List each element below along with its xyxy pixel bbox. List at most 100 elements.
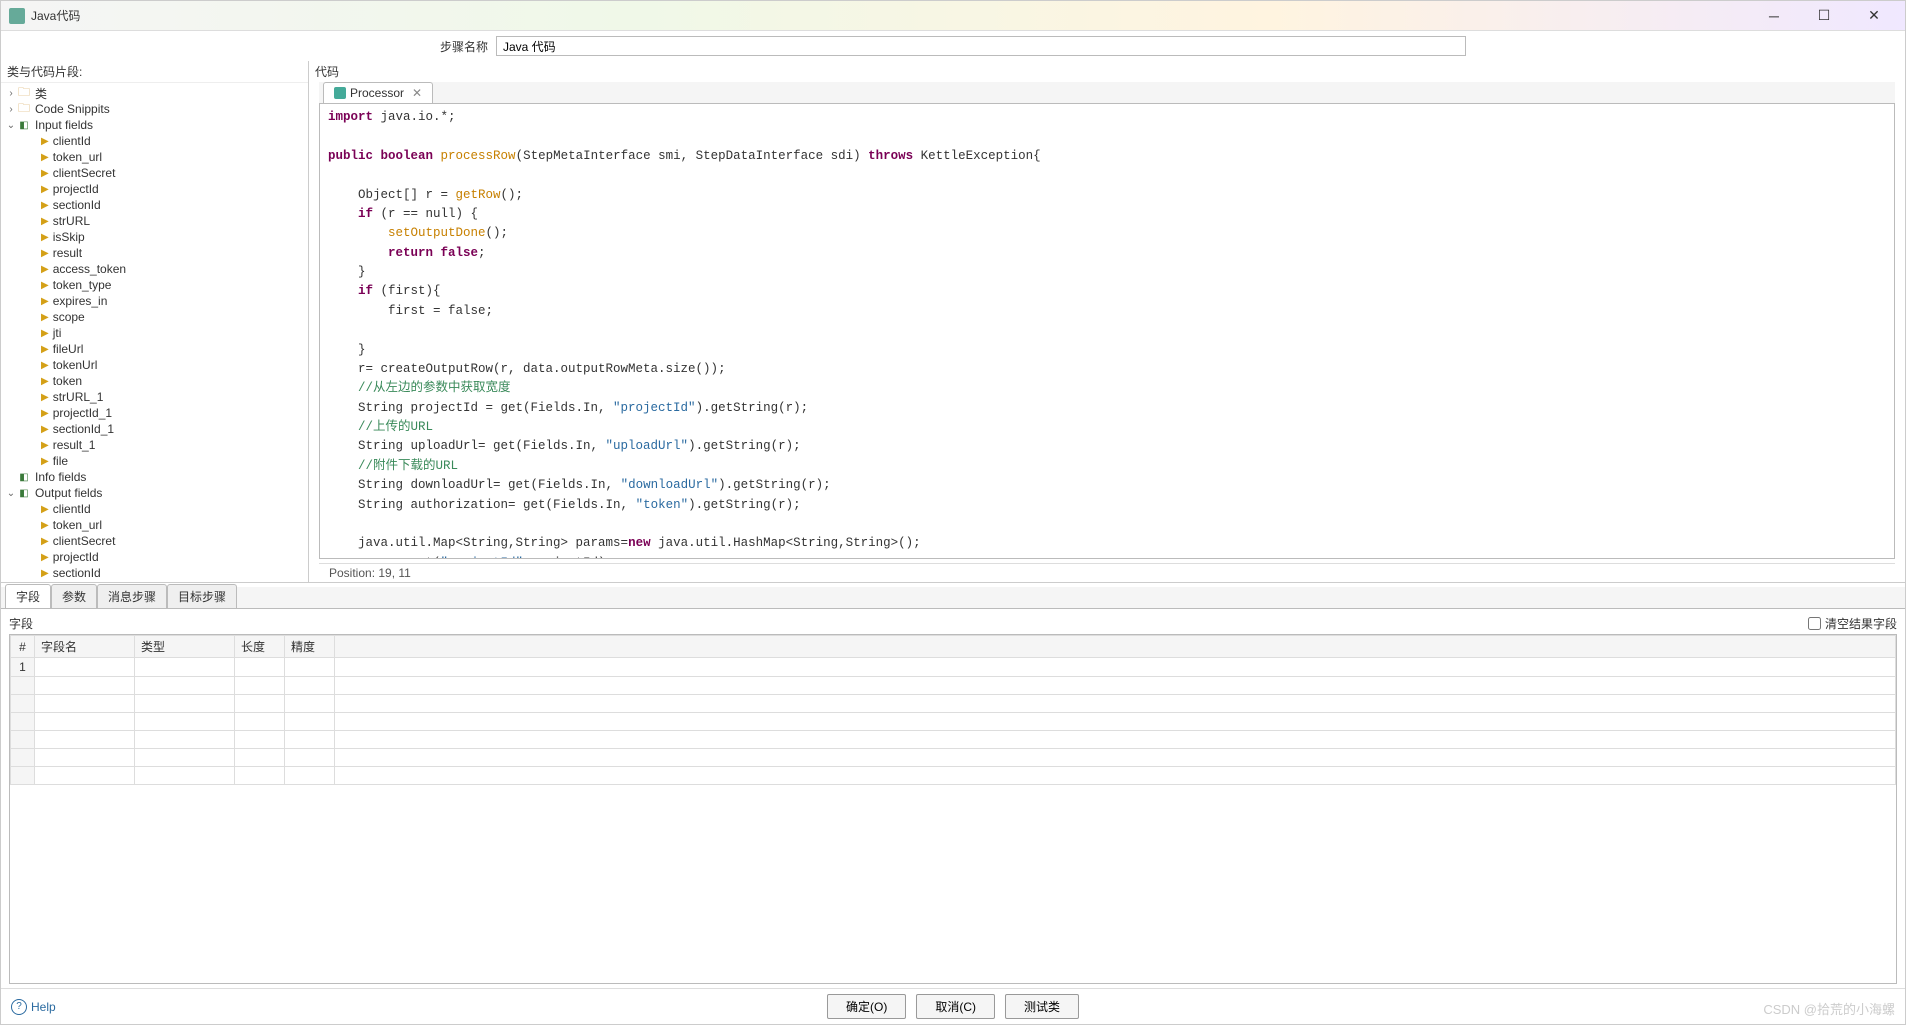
table-row[interactable]: [11, 695, 1896, 713]
clear-fields-checkbox[interactable]: 清空结果字段: [1808, 615, 1897, 632]
tree-leaf-result_1[interactable]: ▶result_1: [1, 437, 308, 453]
table-row[interactable]: [11, 677, 1896, 695]
test-button[interactable]: 测试类: [1005, 994, 1079, 1019]
field-arrow-icon: ▶: [41, 344, 49, 355]
tree-leaf-clientSecret[interactable]: ▶clientSecret: [1, 165, 308, 181]
tree-leaf-projectId_1[interactable]: ▶projectId_1: [1, 405, 308, 421]
bottom-tab-2[interactable]: 消息步骤: [97, 584, 167, 608]
clear-checkbox-label: 清空结果字段: [1825, 615, 1897, 632]
tree-leaf-isSkip[interactable]: ▶isSkip: [1, 229, 308, 245]
caret-icon: ›: [5, 104, 17, 115]
step-name-input[interactable]: [496, 36, 1466, 56]
tree-leaf-strURL[interactable]: ▶ strURL: [1, 213, 308, 229]
tree-leaf-sectionId[interactable]: ▶sectionId: [1, 565, 308, 581]
fields-grid[interactable]: #字段名类型长度精度 1: [9, 634, 1897, 984]
tree-node-code-snippits[interactable]: ›🗀Code Snippits: [1, 101, 308, 117]
tree-leaf-label: fileUrl: [53, 342, 84, 356]
tree[interactable]: ›🗀类›🗀Code Snippits⌄◧Input fields▶clientI…: [1, 83, 308, 582]
tree-leaf-scope[interactable]: ▶scope: [1, 309, 308, 325]
tree-leaf-label: token: [53, 374, 82, 388]
tree-node-类[interactable]: ›🗀类: [1, 85, 308, 101]
left-header: 类与代码片段:: [1, 61, 308, 83]
tab-label: Processor: [350, 86, 404, 100]
tree-leaf-token[interactable]: ▶ token: [1, 373, 308, 389]
tree-leaf-label: access_token: [53, 262, 126, 276]
tree-leaf-label: clientSecret: [53, 534, 116, 548]
tree-leaf-projectId[interactable]: ▶projectId: [1, 181, 308, 197]
bottom-tab-3[interactable]: 目标步骤: [167, 584, 237, 608]
grid-col-3[interactable]: 长度: [235, 636, 285, 658]
tree-leaf-clientSecret[interactable]: ▶clientSecret: [1, 533, 308, 549]
grid-col-0[interactable]: #: [11, 636, 35, 658]
cursor-position: Position: 19, 11: [319, 563, 1895, 582]
grid-cell[interactable]: 1: [11, 658, 35, 677]
code-header: 代码: [309, 61, 1905, 82]
field-arrow-icon: ▶: [41, 360, 49, 371]
field-arrow-icon: ▶: [41, 200, 49, 211]
tree-node-info-fields[interactable]: ◧Info fields: [1, 469, 308, 485]
field-arrow-icon: ▶: [41, 232, 49, 243]
code-editor[interactable]: import java.io.*; public boolean process…: [319, 104, 1895, 559]
tree-leaf-fileUrl[interactable]: ▶ fileUrl: [1, 341, 308, 357]
field-arrow-icon: ▶: [41, 184, 49, 195]
table-row[interactable]: [11, 731, 1896, 749]
tree-label: 类: [35, 85, 47, 102]
table-row[interactable]: [11, 713, 1896, 731]
tree-leaf-jti[interactable]: ▶jti: [1, 325, 308, 341]
field-arrow-icon: ▶: [41, 312, 49, 323]
tree-leaf-label: strURL: [53, 214, 90, 228]
close-button[interactable]: ✕: [1851, 2, 1897, 30]
tree-leaf-label: sectionId: [53, 566, 101, 580]
field-arrow-icon: ▶: [41, 376, 49, 387]
maximize-button[interactable]: ☐: [1801, 2, 1847, 30]
grid-cell[interactable]: [135, 658, 235, 677]
table-row[interactable]: [11, 767, 1896, 785]
field-arrow-icon: ▶: [41, 248, 49, 259]
field-arrow-icon: ▶: [41, 216, 49, 227]
field-arrow-icon: ▶: [41, 424, 49, 435]
tree-leaf-clientId[interactable]: ▶clientId: [1, 133, 308, 149]
table-row[interactable]: [11, 749, 1896, 767]
tree-leaf-token_type[interactable]: ▶token_type: [1, 277, 308, 293]
grid-col-2[interactable]: 类型: [135, 636, 235, 658]
tree-leaf-sectionId_1[interactable]: ▶sectionId_1: [1, 421, 308, 437]
cancel-button[interactable]: 取消(C): [916, 994, 995, 1019]
window-title: Java代码: [31, 7, 1751, 24]
tree-leaf-sectionId[interactable]: ▶sectionId: [1, 197, 308, 213]
clear-checkbox-input[interactable]: [1808, 617, 1821, 630]
grid-cell[interactable]: [35, 658, 135, 677]
field-arrow-icon: ▶: [41, 552, 49, 563]
tree-leaf-strURL_1[interactable]: ▶strURL_1: [1, 389, 308, 405]
tree-leaf-expires_in[interactable]: ▶expires_in: [1, 293, 308, 309]
grid-col-1[interactable]: 字段名: [35, 636, 135, 658]
tree-leaf-clientId[interactable]: ▶clientId: [1, 501, 308, 517]
grid-cell[interactable]: [285, 658, 335, 677]
tree-leaf-projectId[interactable]: ▶projectId: [1, 549, 308, 565]
bottom-tab-0[interactable]: 字段: [5, 584, 51, 608]
watermark: CSDN @拾荒的小海螺: [1763, 999, 1895, 1018]
fields-icon: ◧: [17, 470, 31, 484]
grid-col-rest: [335, 636, 1896, 658]
tree-leaf-strURL[interactable]: ▶strURL: [1, 581, 308, 582]
tree-leaf-result[interactable]: ▶result: [1, 245, 308, 261]
table-row[interactable]: 1: [11, 658, 1896, 677]
grid-col-4[interactable]: 精度: [285, 636, 335, 658]
tab-processor[interactable]: Processor ✕: [323, 82, 433, 103]
tree-node-input-fields[interactable]: ⌄◧Input fields: [1, 117, 308, 133]
tree-leaf-access_token[interactable]: ▶access_token: [1, 261, 308, 277]
bottom-tab-1[interactable]: 参数: [51, 584, 97, 608]
tree-leaf-token_url[interactable]: ▶token_url: [1, 517, 308, 533]
ok-button[interactable]: 确定(O): [827, 994, 906, 1019]
tree-leaf-token_url[interactable]: ▶token_url: [1, 149, 308, 165]
grid-cell[interactable]: [235, 658, 285, 677]
tree-leaf-file[interactable]: ▶file: [1, 453, 308, 469]
tree-node-output-fields[interactable]: ⌄◧Output fields: [1, 485, 308, 501]
fields-icon: ◧: [17, 118, 31, 132]
tree-leaf-tokenUrl[interactable]: ▶tokenUrl: [1, 357, 308, 373]
help-link[interactable]: ? Help: [11, 999, 56, 1015]
tree-label: Code Snippits: [35, 102, 110, 116]
tree-leaf-label: token_type: [53, 278, 112, 292]
tab-close-icon[interactable]: ✕: [412, 86, 422, 100]
minimize-button[interactable]: ─: [1751, 2, 1797, 30]
field-arrow-icon: ▶: [41, 392, 49, 403]
